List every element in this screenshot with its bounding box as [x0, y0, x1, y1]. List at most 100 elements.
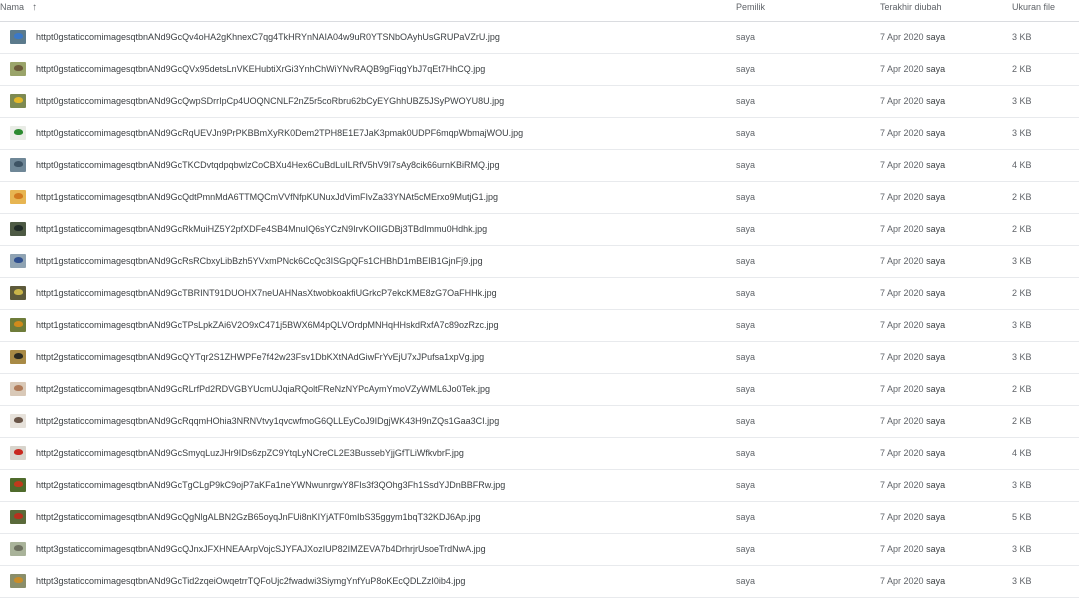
file-row[interactable]: httpt0gstaticcomimagesqtbnANd9GcRqUEVJn9…: [0, 118, 1079, 150]
file-owner: saya: [736, 544, 756, 554]
bird-shape: [14, 129, 23, 135]
modified-date: 7 Apr 2020: [880, 576, 924, 586]
bird-shape: [14, 481, 23, 487]
file-row[interactable]: httpt1gstaticcomimagesqtbnANd9GcRsRCbxyL…: [0, 246, 1079, 278]
column-header-last-modified[interactable]: Terakhir diubah: [880, 2, 942, 12]
file-size: 2 KB: [1012, 384, 1032, 394]
file-owner: saya: [736, 32, 756, 42]
file-row[interactable]: httpt2gstaticcomimagesqtbnANd9GcQYTqr2S1…: [0, 342, 1079, 374]
bird-shape: [14, 161, 23, 167]
modified-by: saya: [926, 288, 946, 298]
file-name[interactable]: httpt1gstaticcomimagesqtbnANd9GcTBRINT91…: [36, 288, 497, 298]
file-name[interactable]: httpt0gstaticcomimagesqtbnANd9GcQVx95det…: [36, 64, 485, 74]
file-row[interactable]: httpt1gstaticcomimagesqtbnANd9GcTPsLpkZA…: [0, 310, 1079, 342]
file-owner: saya: [736, 576, 756, 586]
modified-by: saya: [926, 32, 946, 42]
file-name[interactable]: httpt3gstaticcomimagesqtbnANd9GcQJnxJFXH…: [36, 544, 486, 554]
file-size: 3 KB: [1012, 32, 1032, 42]
file-row[interactable]: httpt2gstaticcomimagesqtbnANd9GcRLrfPd2R…: [0, 374, 1079, 406]
file-size: 3 KB: [1012, 352, 1032, 362]
file-owner: saya: [736, 352, 756, 362]
file-last-modified: 7 Apr 2020 saya: [880, 448, 945, 458]
file-size: 4 KB: [1012, 160, 1032, 170]
modified-date: 7 Apr 2020: [880, 32, 924, 42]
file-row[interactable]: httpt1gstaticcomimagesqtbnANd9GcTBRINT91…: [0, 278, 1079, 310]
file-last-modified: 7 Apr 2020 saya: [880, 480, 945, 490]
file-owner: saya: [736, 320, 756, 330]
bird-shape: [14, 33, 23, 39]
file-row[interactable]: httpt0gstaticcomimagesqtbnANd9GcQv4oHA2g…: [0, 22, 1079, 54]
column-header-owner[interactable]: Pemilik: [736, 2, 765, 12]
bird-shape: [14, 289, 23, 295]
file-row[interactable]: httpt2gstaticcomimagesqtbnANd9GcQgNlgALB…: [0, 502, 1079, 534]
file-name[interactable]: httpt2gstaticcomimagesqtbnANd9GcTgCLgP9k…: [36, 480, 505, 490]
file-owner: saya: [736, 160, 756, 170]
file-name[interactable]: httpt2gstaticcomimagesqtbnANd9GcQYTqr2S1…: [36, 352, 484, 362]
modified-date: 7 Apr 2020: [880, 320, 924, 330]
file-row[interactable]: httpt1gstaticcomimagesqtbnANd9GcRkMuiHZ5…: [0, 214, 1079, 246]
file-last-modified: 7 Apr 2020 saya: [880, 32, 945, 42]
modified-by: saya: [926, 320, 946, 330]
file-size: 5 KB: [1012, 512, 1032, 522]
file-size: 3 KB: [1012, 96, 1032, 106]
bird-shape: [14, 449, 23, 455]
file-row[interactable]: httpt2gstaticcomimagesqtbnANd9GcTgCLgP9k…: [0, 470, 1079, 502]
modified-by: saya: [926, 480, 946, 490]
file-name[interactable]: httpt0gstaticcomimagesqtbnANd9GcQwpSDrrI…: [36, 96, 504, 106]
file-name[interactable]: httpt1gstaticcomimagesqtbnANd9GcTPsLpkZA…: [36, 320, 499, 330]
file-name[interactable]: httpt1gstaticcomimagesqtbnANd9GcQdtPmnMd…: [36, 192, 498, 202]
bird-shape: [14, 577, 23, 583]
file-owner: saya: [736, 416, 756, 426]
file-name[interactable]: httpt2gstaticcomimagesqtbnANd9GcQgNlgALB…: [36, 512, 481, 522]
file-last-modified: 7 Apr 2020 saya: [880, 512, 945, 522]
column-header-file-size[interactable]: Ukuran file: [1012, 2, 1055, 12]
file-row[interactable]: httpt3gstaticcomimagesqtbnANd9GcQJnxJFXH…: [0, 534, 1079, 566]
file-name[interactable]: httpt1gstaticcomimagesqtbnANd9GcRkMuiHZ5…: [36, 224, 487, 234]
file-name[interactable]: httpt0gstaticcomimagesqtbnANd9GcQv4oHA2g…: [36, 32, 500, 42]
file-last-modified: 7 Apr 2020 saya: [880, 64, 945, 74]
file-owner: saya: [736, 448, 756, 458]
column-header-name[interactable]: Nama ↑: [0, 2, 37, 13]
file-last-modified: 7 Apr 2020 saya: [880, 288, 945, 298]
file-name[interactable]: httpt1gstaticcomimagesqtbnANd9GcRsRCbxyL…: [36, 256, 483, 266]
file-name[interactable]: httpt0gstaticcomimagesqtbnANd9GcTKCDvtqd…: [36, 160, 500, 170]
file-last-modified: 7 Apr 2020 saya: [880, 128, 945, 138]
file-size: 2 KB: [1012, 64, 1032, 74]
modified-by: saya: [926, 224, 946, 234]
file-size: 3 KB: [1012, 480, 1032, 490]
modified-by: saya: [926, 96, 946, 106]
file-size: 4 KB: [1012, 448, 1032, 458]
file-row[interactable]: httpt0gstaticcomimagesqtbnANd9GcQwpSDrrI…: [0, 86, 1079, 118]
image-thumbnail-icon: [10, 94, 26, 108]
modified-date: 7 Apr 2020: [880, 64, 924, 74]
file-name[interactable]: httpt2gstaticcomimagesqtbnANd9GcRLrfPd2R…: [36, 384, 490, 394]
file-row[interactable]: httpt1gstaticcomimagesqtbnANd9GcQdtPmnMd…: [0, 182, 1079, 214]
bird-shape: [14, 97, 23, 103]
file-last-modified: 7 Apr 2020 saya: [880, 192, 945, 202]
modified-date: 7 Apr 2020: [880, 544, 924, 554]
file-name[interactable]: httpt3gstaticcomimagesqtbnANd9GcTid2zqei…: [36, 576, 465, 586]
file-size: 3 KB: [1012, 256, 1032, 266]
modified-date: 7 Apr 2020: [880, 480, 924, 490]
file-row[interactable]: httpt3gstaticcomimagesqtbnANd9GcTid2zqei…: [0, 566, 1079, 598]
modified-date: 7 Apr 2020: [880, 384, 924, 394]
file-last-modified: 7 Apr 2020 saya: [880, 96, 945, 106]
file-row[interactable]: httpt0gstaticcomimagesqtbnANd9GcQVx95det…: [0, 54, 1079, 86]
file-name[interactable]: httpt2gstaticcomimagesqtbnANd9GcSmyqLuzJ…: [36, 448, 464, 458]
file-row[interactable]: httpt2gstaticcomimagesqtbnANd9GcSmyqLuzJ…: [0, 438, 1079, 470]
file-last-modified: 7 Apr 2020 saya: [880, 352, 945, 362]
file-size: 2 KB: [1012, 416, 1032, 426]
sort-ascending-icon[interactable]: ↑: [32, 2, 37, 13]
modified-date: 7 Apr 2020: [880, 96, 924, 106]
file-row[interactable]: httpt2gstaticcomimagesqtbnANd9GcRqqmHOhi…: [0, 406, 1079, 438]
file-owner: saya: [736, 480, 756, 490]
modified-date: 7 Apr 2020: [880, 256, 924, 266]
file-row[interactable]: httpt0gstaticcomimagesqtbnANd9GcTKCDvtqd…: [0, 150, 1079, 182]
file-name[interactable]: httpt2gstaticcomimagesqtbnANd9GcRqqmHOhi…: [36, 416, 499, 426]
modified-by: saya: [926, 576, 946, 586]
file-last-modified: 7 Apr 2020 saya: [880, 544, 945, 554]
image-thumbnail-icon: [10, 414, 26, 428]
image-thumbnail-icon: [10, 350, 26, 364]
file-size: 3 KB: [1012, 544, 1032, 554]
file-name[interactable]: httpt0gstaticcomimagesqtbnANd9GcRqUEVJn9…: [36, 128, 523, 138]
